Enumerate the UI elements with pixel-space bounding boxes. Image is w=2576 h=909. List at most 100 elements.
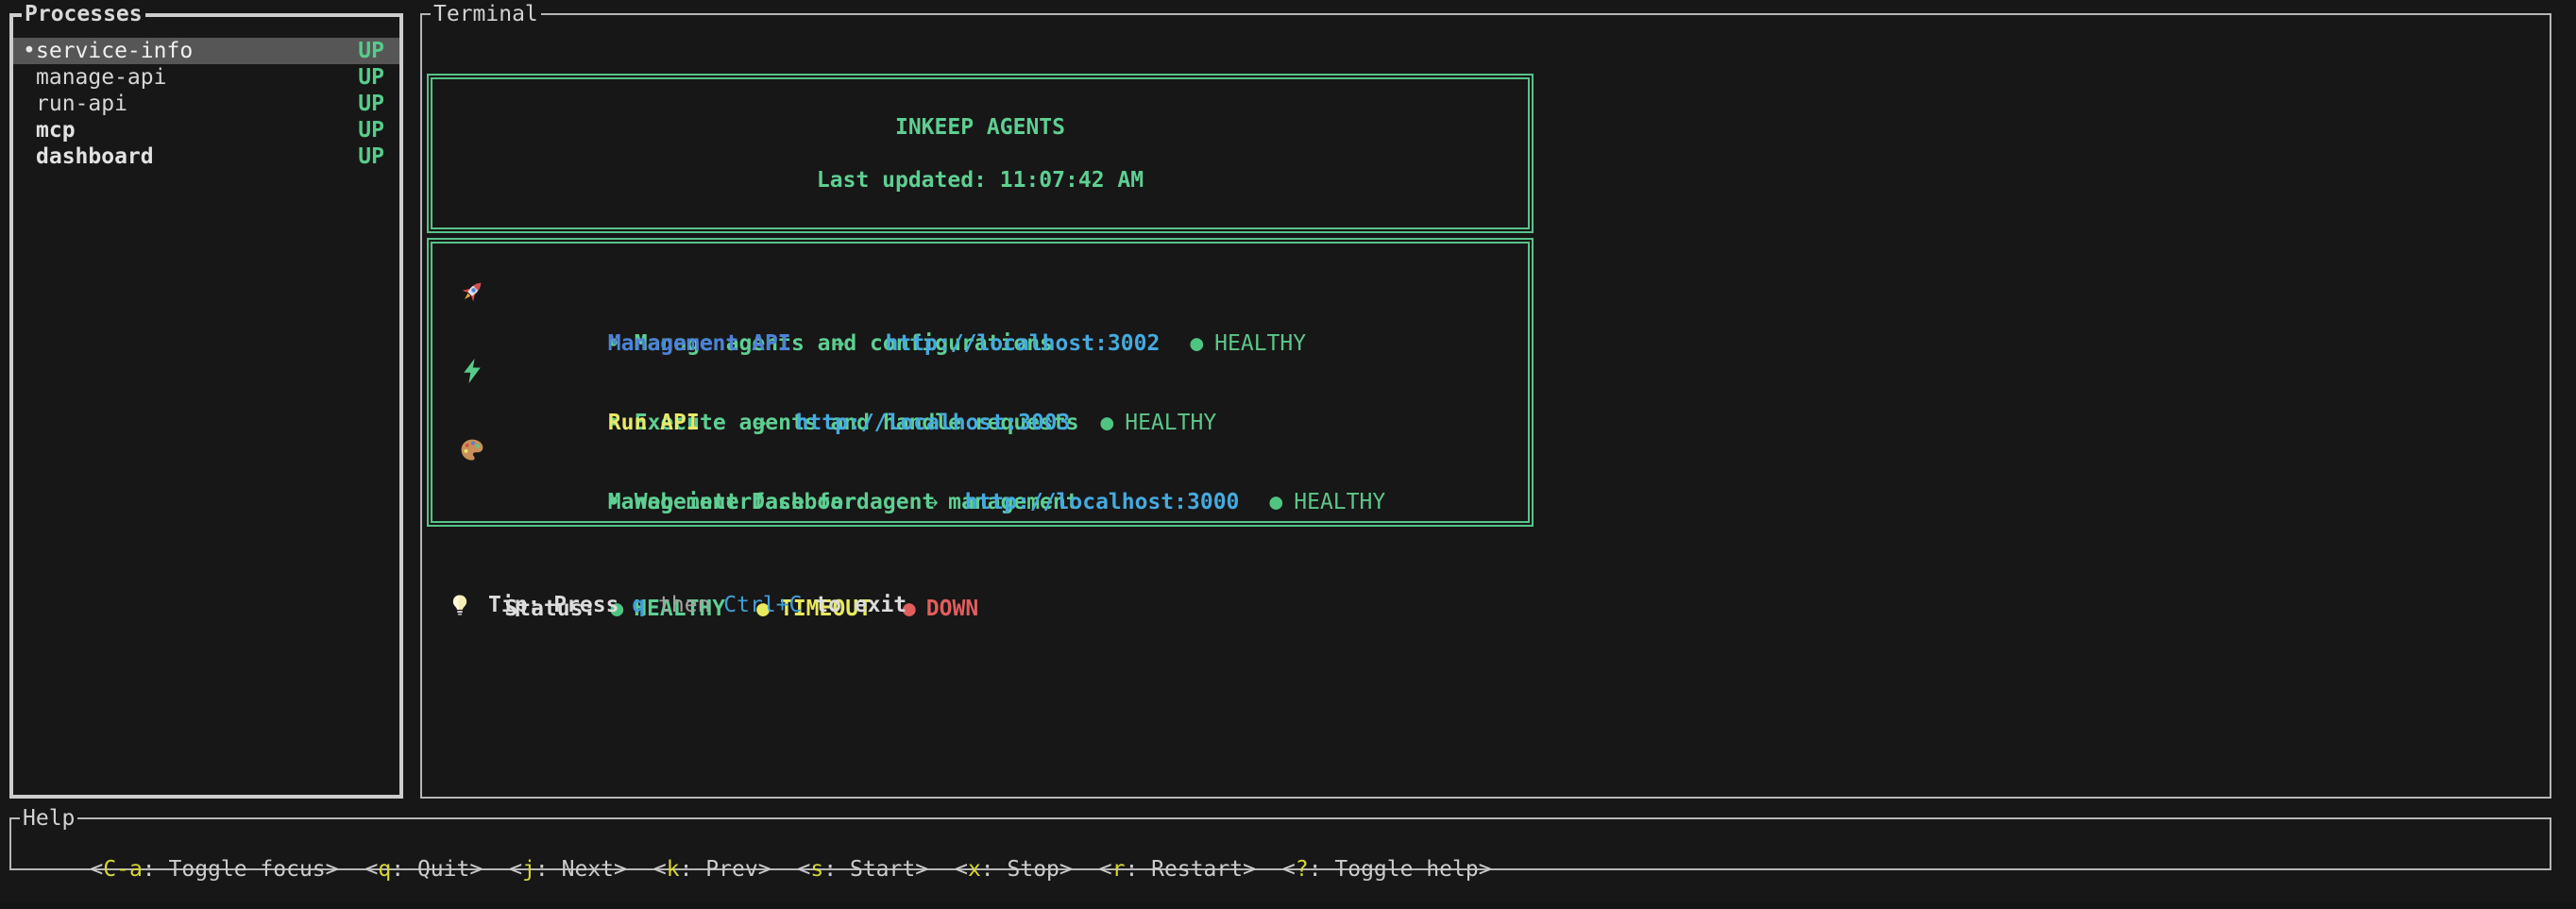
help-panel-title: Help [20, 806, 77, 832]
service-name: Management API [608, 331, 791, 356]
healthy-dot-icon: ● [1269, 490, 1282, 514]
separator: : [1125, 857, 1151, 882]
tip-key-q: q [632, 592, 645, 618]
selected-indicator-icon [23, 64, 36, 91]
shortcut-prev: <k: Prev> [653, 857, 771, 882]
services-box: Management API → http://localhost:3002 ● HEA… [427, 238, 1534, 527]
arrow-icon: → [832, 331, 845, 356]
lightning-icon [459, 357, 485, 383]
service-status: HEALTHY [1294, 490, 1385, 514]
bracket: > [915, 857, 928, 882]
shortcut-label: Stop [1008, 857, 1059, 882]
help-shortcuts: <C-a: Toggle focus><q: Quit><j: Next><k:… [11, 819, 2550, 909]
bracket: > [1479, 857, 1492, 882]
shortcut-next: <j: Next> [509, 857, 627, 882]
shortcut-label: Toggle help [1334, 857, 1478, 882]
process-status-badge: UP [358, 91, 384, 117]
service-row: Run API→http://localhost:3003●HEALTHY [432, 357, 1528, 383]
shortcut-label: Start [850, 857, 915, 882]
arrow-icon: → [925, 490, 939, 514]
service-url[interactable]: http://localhost:3002 [886, 331, 1161, 356]
process-name: service-info [36, 38, 193, 64]
process-name: run-api [36, 91, 127, 117]
service-url[interactable]: http://localhost:3000 [965, 490, 1240, 514]
palette-icon [459, 436, 485, 463]
bracket: < [1282, 857, 1296, 882]
rocket-icon [459, 278, 485, 304]
shortcut-key: r [1112, 857, 1126, 882]
shortcut-label: Quit [417, 857, 469, 882]
process-status-badge: UP [358, 38, 384, 64]
process-status-badge: UP [358, 143, 384, 170]
healthy-dot-icon: ● [1100, 411, 1113, 435]
service-management-api: Management API→http://localhost:3002●HEA… [432, 278, 1528, 330]
shortcut-label: Prev [705, 857, 757, 882]
bracket: < [653, 857, 667, 882]
tip-text: Tip: Press [488, 592, 632, 618]
tip-key-ctrl-c: Ctrl+C [723, 592, 802, 618]
separator: : [823, 857, 850, 882]
arrow-icon: → [754, 411, 767, 435]
tip-text: to exit [802, 592, 907, 618]
process-name: manage-api [36, 64, 166, 91]
shortcut-key: s [810, 857, 823, 882]
selected-indicator-icon: • [23, 38, 36, 64]
terminal-panel[interactable]: Terminal INKEEP AGENTS Last updated: 11:… [420, 13, 2551, 799]
separator: : [143, 857, 169, 882]
process-status-badge: UP [358, 64, 384, 91]
separator: : [1309, 857, 1335, 882]
shortcut-key: ? [1296, 857, 1309, 882]
separator: : [535, 857, 562, 882]
service-row: Management Dashboard→http://localhost:30… [432, 436, 1528, 463]
separator: : [391, 857, 417, 882]
process-row-manage-api[interactable]: manage-api UP [13, 64, 399, 91]
bracket: > [1059, 857, 1073, 882]
process-row-service-info[interactable]: • service-info UP [13, 38, 399, 64]
process-row-run-api[interactable]: run-api UP [13, 91, 399, 117]
bracket: > [614, 857, 627, 882]
bracket: < [1099, 857, 1112, 882]
service-row: Management API→http://localhost:3002●HEA… [432, 278, 1528, 304]
banner-heading: INKEEP AGENTS [895, 114, 1065, 141]
shortcut-quit: <q: Quit> [365, 857, 483, 882]
process-name: dashboard [36, 143, 154, 170]
healthy-dot-icon: ● [1190, 331, 1203, 356]
help-panel: Help <C-a: Toggle focus><q: Quit><j: Nex… [9, 817, 2551, 870]
service-url[interactable]: http://localhost:3003 [796, 411, 1071, 435]
bracket: < [365, 857, 379, 882]
process-row-mcp[interactable]: mcp UP [13, 117, 399, 143]
shortcut-toggle-focus: <C-a: Toggle focus> [90, 857, 338, 882]
bracket: < [955, 857, 968, 882]
banner-box: INKEEP AGENTS Last updated: 11:07:42 AM [427, 74, 1534, 233]
shortcut-label: Restart [1151, 857, 1243, 882]
terminal-panel-title: Terminal [431, 2, 541, 27]
separator: : [680, 857, 706, 882]
service-status: HEALTHY [1214, 331, 1306, 356]
tip-text: then [645, 592, 723, 618]
bracket: > [758, 857, 771, 882]
shortcut-label: Toggle focus [169, 857, 326, 882]
selected-indicator-icon [23, 91, 36, 117]
bracket: < [509, 857, 522, 882]
processes-panel[interactable]: Processes • service-info UP manage-api U… [9, 13, 403, 799]
shortcut-stop: <x: Stop> [955, 857, 1073, 882]
app-root: { "colors": { "background": "#171717", "… [0, 0, 2576, 902]
shortcut-key: k [667, 857, 680, 882]
shortcut-key: x [968, 857, 981, 882]
selected-indicator-icon [23, 117, 36, 143]
processes-panel-title: Processes [22, 2, 145, 27]
service-name: Run API [608, 411, 700, 435]
shortcut-start: <s: Start> [798, 857, 929, 882]
process-list: • service-info UP manage-api UP run-api … [13, 17, 399, 170]
shortcut-key: q [378, 857, 391, 882]
process-name: mcp [36, 117, 76, 143]
bracket: < [90, 857, 103, 882]
bracket: > [469, 857, 483, 882]
service-name: Management Dashboard [608, 490, 870, 514]
banner-last-updated: Last updated: 11:07:42 AM [817, 167, 1144, 194]
process-row-dashboard[interactable]: dashboard UP [13, 143, 399, 170]
bracket: > [326, 857, 339, 882]
shortcut-key: j [522, 857, 535, 882]
service-run-api: Run API→http://localhost:3003●HEALTHY •E… [432, 357, 1528, 410]
shortcut-restart: <r: Restart> [1099, 857, 1256, 882]
